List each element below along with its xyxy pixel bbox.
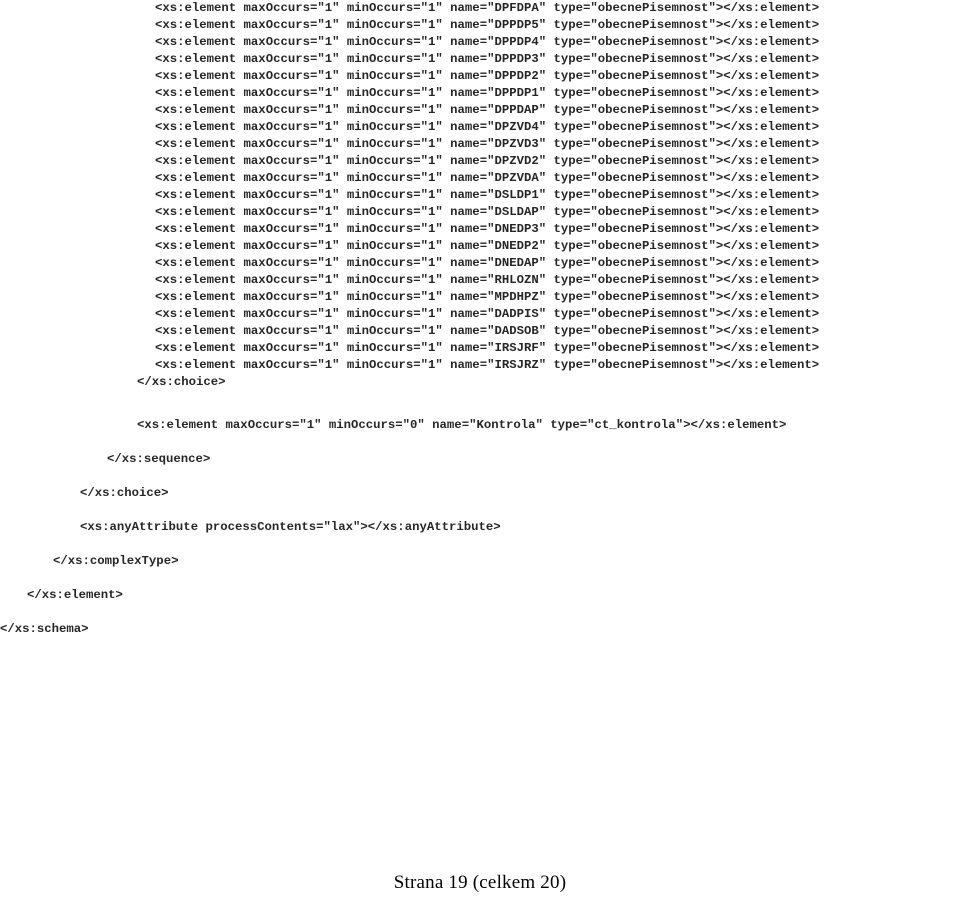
code-line-element: <xs:element maxOccurs="1" minOccurs="1" …	[155, 256, 820, 270]
code-line-element: <xs:element maxOccurs="1" minOccurs="1" …	[155, 103, 820, 117]
code-line-element: <xs:element maxOccurs="1" minOccurs="1" …	[155, 69, 820, 83]
code-line-kontrola-element: <xs:element maxOccurs="1" minOccurs="0" …	[137, 418, 787, 432]
code-line-closing-choice-outer: </xs:choice>	[80, 486, 169, 500]
code-line-element: <xs:element maxOccurs="1" minOccurs="1" …	[155, 324, 820, 338]
code-line-element: <xs:element maxOccurs="1" minOccurs="1" …	[155, 35, 820, 49]
code-line-element: <xs:element maxOccurs="1" minOccurs="1" …	[155, 154, 820, 168]
code-line-closing-sequence: </xs:sequence>	[107, 452, 211, 466]
code-line-closing-complextype: </xs:complexType>	[53, 554, 179, 568]
code-line-element: <xs:element maxOccurs="1" minOccurs="1" …	[155, 188, 820, 202]
code-line-element: <xs:element maxOccurs="1" minOccurs="1" …	[155, 86, 820, 100]
code-line-closing-schema: </xs:schema>	[0, 622, 89, 636]
code-line-closing-choice-inner: </xs:choice>	[137, 375, 226, 389]
code-line-element: <xs:element maxOccurs="1" minOccurs="1" …	[155, 273, 820, 287]
code-line-element: <xs:element maxOccurs="1" minOccurs="1" …	[155, 205, 820, 219]
code-line-element: <xs:element maxOccurs="1" minOccurs="1" …	[155, 120, 820, 134]
code-line-closing-element: </xs:element>	[27, 588, 123, 602]
xsd-code-block: <xs:element maxOccurs="1" minOccurs="1" …	[0, 0, 960, 646]
code-line-element: <xs:element maxOccurs="1" minOccurs="1" …	[155, 171, 820, 185]
code-line-element: <xs:element maxOccurs="1" minOccurs="1" …	[155, 1, 820, 15]
document-page: <xs:element maxOccurs="1" minOccurs="1" …	[0, 0, 960, 910]
code-line-element: <xs:element maxOccurs="1" minOccurs="1" …	[155, 137, 820, 151]
code-line-element: <xs:element maxOccurs="1" minOccurs="1" …	[155, 18, 820, 32]
code-line-element: <xs:element maxOccurs="1" minOccurs="1" …	[155, 239, 820, 253]
code-line-element: <xs:element maxOccurs="1" minOccurs="1" …	[155, 307, 820, 321]
page-footer: Strana 19 (celkem 20)	[393, 872, 567, 893]
code-line-any-attribute: <xs:anyAttribute processContents="lax"><…	[80, 520, 501, 534]
code-line-element: <xs:element maxOccurs="1" minOccurs="1" …	[155, 358, 820, 372]
code-line-element: <xs:element maxOccurs="1" minOccurs="1" …	[155, 290, 820, 304]
code-line-element: <xs:element maxOccurs="1" minOccurs="1" …	[155, 341, 820, 355]
code-line-element: <xs:element maxOccurs="1" minOccurs="1" …	[155, 222, 820, 236]
code-line-element: <xs:element maxOccurs="1" minOccurs="1" …	[155, 52, 820, 66]
